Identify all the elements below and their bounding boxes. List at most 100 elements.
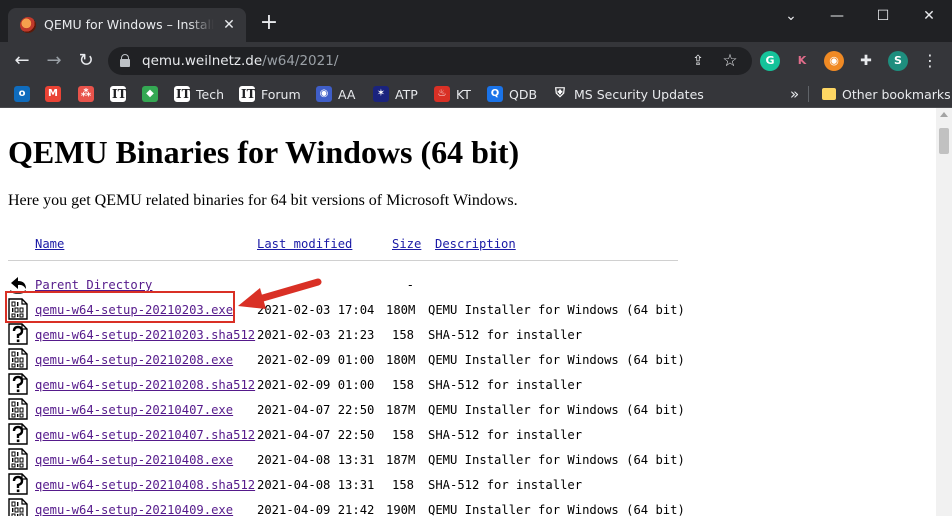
bookmark-gmail[interactable]: M <box>45 85 61 103</box>
bookmark-aa[interactable]: ◉ AA <box>316 85 355 103</box>
file-date: 2021-04-09 21:42 <box>257 503 375 516</box>
file-name-cell[interactable]: qemu-w64-setup-20210208.sha512 <box>35 378 255 392</box>
bookmark-tech[interactable]: IT Tech <box>174 85 224 103</box>
tab-search-icon[interactable]: ⌄ <box>768 0 814 32</box>
file-size: 180M <box>386 353 416 367</box>
table-row: qemu-w64-setup-20210208.sha512 2021-02-09… <box>0 373 936 400</box>
file-link[interactable]: qemu-w64-setup-20210203.sha512 <box>35 328 255 342</box>
file-name-cell[interactable]: qemu-w64-setup-20210408.sha512 <box>35 478 255 492</box>
file-size: 187M <box>386 403 416 417</box>
share-icon[interactable]: ⇪ <box>688 51 708 71</box>
bookmark-outlook[interactable]: o <box>14 85 30 103</box>
file-name-cell[interactable]: qemu-w64-setup-20210407.exe <box>35 403 233 417</box>
file-link[interactable]: qemu-w64-setup-20210408.exe <box>35 453 233 467</box>
file-link[interactable]: qemu-w64-setup-20210407.exe <box>35 403 233 417</box>
bookmark-atp[interactable]: ✶ ATP <box>373 85 418 103</box>
window-minimize-icon[interactable]: — <box>814 0 860 32</box>
column-header-last-modified[interactable]: Last modified <box>257 237 352 251</box>
bookmark-ms-security-updates[interactable]: ⛨ MS Security Updates <box>552 85 704 103</box>
folder-icon <box>822 88 836 100</box>
sort-by-date-link[interactable]: Last modified <box>257 237 352 251</box>
binary-file-icon <box>8 498 28 516</box>
binary-file-icon <box>8 448 28 470</box>
file-link[interactable]: qemu-w64-setup-20210208.exe <box>35 353 233 367</box>
column-header-name[interactable]: Name <box>35 237 64 251</box>
diamond-icon: ◆ <box>142 86 158 102</box>
file-size: 190M <box>386 503 416 516</box>
it-icon: IT <box>174 86 191 102</box>
browser-tab-active[interactable]: QEMU for Windows – Installers (64 bit) ✕ <box>8 8 246 42</box>
window-maximize-icon[interactable]: ☐ <box>860 0 906 32</box>
lock-icon[interactable] <box>120 54 130 67</box>
file-name-cell[interactable]: qemu-w64-setup-20210409.exe <box>35 503 233 516</box>
bookmarks-overflow-icon[interactable]: » <box>790 85 799 103</box>
other-bookmarks[interactable]: Other bookmarks <box>822 85 951 103</box>
scrollbar-thumb[interactable] <box>939 128 949 154</box>
parent-directory-link[interactable]: Parent Directory <box>35 278 152 292</box>
file-name-cell[interactable]: qemu-w64-setup-20210203.sha512 <box>35 328 255 342</box>
url-path: /w64/2021/ <box>262 53 339 69</box>
puzzle-icon[interactable]: ✚ <box>856 51 876 71</box>
table-row: qemu-w64-setup-20210203.sha512 2021-02-03… <box>0 323 936 350</box>
window-close-icon[interactable]: ✕ <box>906 0 952 32</box>
file-name-cell[interactable]: qemu-w64-setup-20210408.exe <box>35 453 233 467</box>
bookmark-label: KT <box>456 86 471 102</box>
file-link[interactable]: qemu-w64-setup-20210208.sha512 <box>35 378 255 392</box>
browser-titlebar: QEMU for Windows – Installers (64 bit) ✕… <box>0 0 952 42</box>
k-extension-icon[interactable]: K <box>792 51 812 71</box>
fox-extension-icon[interactable]: ◉ <box>824 51 844 71</box>
url-text[interactable]: qemu.weilnetz.de/w64/2021/ <box>142 53 338 69</box>
forward-icon[interactable]: → <box>42 49 66 73</box>
file-link[interactable]: qemu-w64-setup-20210409.exe <box>35 503 233 516</box>
file-link[interactable]: qemu-w64-setup-20210408.sha512 <box>35 478 255 492</box>
file-size: 158 <box>391 328 414 342</box>
red-arrow-icon <box>238 278 322 309</box>
file-description: QEMU Installer for Windows (64 bit) <box>428 503 685 516</box>
chrome-menu-icon[interactable]: ⋮ <box>918 49 942 73</box>
bookmark-forum[interactable]: IT Forum <box>239 85 301 103</box>
sort-by-description-link[interactable]: Description <box>435 237 516 251</box>
table-row: qemu-w64-setup-20210407.sha512 2021-04-07… <box>0 423 936 450</box>
sort-by-name-link[interactable]: Name <box>35 237 64 251</box>
scroll-up-icon[interactable] <box>940 112 948 117</box>
file-name-cell[interactable]: qemu-w64-setup-20210407.sha512 <box>35 428 255 442</box>
bookmark-label: Tech <box>196 86 224 102</box>
vertical-scrollbar[interactable] <box>936 108 952 516</box>
parent-directory-cell[interactable]: Parent Directory <box>35 278 152 292</box>
unknown-file-icon <box>8 323 28 345</box>
browser-toolbar: ← → ↻ qemu.weilnetz.de/w64/2021/ ⇪ ☆ G K… <box>0 42 952 80</box>
file-name-cell[interactable]: qemu-w64-setup-20210208.exe <box>35 353 233 367</box>
reload-icon[interactable]: ↻ <box>74 49 98 73</box>
back-icon[interactable]: ← <box>10 49 34 73</box>
bookmark-kt[interactable]: ♨ KT <box>434 85 471 103</box>
bookmark-asana[interactable]: ⁂ <box>78 85 94 103</box>
bookmark-qdb[interactable]: Q QDB <box>487 85 537 103</box>
asana-icon: ⁂ <box>78 86 94 102</box>
file-date: 2021-02-09 01:00 <box>257 353 375 367</box>
address-bar[interactable]: qemu.weilnetz.de/w64/2021/ ⇪ ☆ <box>108 47 752 75</box>
sort-by-size-link[interactable]: Size <box>392 237 421 251</box>
bookmark-label: AA <box>338 86 356 102</box>
file-description: QEMU Installer for Windows (64 bit) <box>428 303 685 317</box>
column-header-size[interactable]: Size <box>392 237 421 251</box>
grammarly-icon[interactable]: G <box>760 51 780 71</box>
bookmarks-divider <box>808 86 809 102</box>
file-description: QEMU Installer for Windows (64 bit) <box>428 353 685 367</box>
file-description: QEMU Installer for Windows (64 bit) <box>428 403 685 417</box>
new-tab-button[interactable]: + <box>258 12 280 35</box>
file-link[interactable]: qemu-w64-setup-20210407.sha512 <box>35 428 255 442</box>
binary-file-icon <box>8 348 28 370</box>
bookmark-it[interactable]: IT <box>110 85 127 103</box>
column-header-description[interactable]: Description <box>435 237 516 251</box>
tab-close-icon[interactable]: ✕ <box>220 16 238 34</box>
file-size: 158 <box>391 428 414 442</box>
shield-icon: ⛨ <box>552 86 568 102</box>
profile-avatar-icon[interactable]: S <box>888 51 908 71</box>
unknown-file-icon <box>8 373 28 395</box>
bookmark-star-icon[interactable]: ☆ <box>720 51 740 71</box>
file-date: 2021-02-03 21:23 <box>257 328 375 342</box>
unknown-file-icon <box>8 423 28 445</box>
table-row: qemu-w64-setup-20210407.exe 2021-04-07 22… <box>0 398 936 425</box>
table-row: qemu-w64-setup-20210409.exe 2021-04-09 21… <box>0 498 936 516</box>
bookmark-diamond[interactable]: ◆ <box>142 85 158 103</box>
